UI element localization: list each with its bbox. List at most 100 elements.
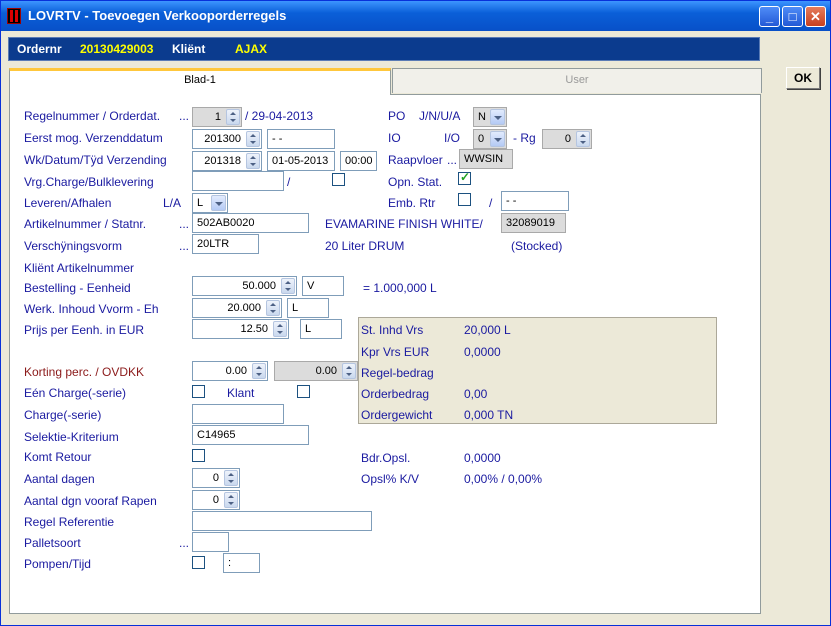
leveren-select[interactable]: L (192, 193, 228, 213)
io-value: 0 (478, 133, 485, 145)
maximize-button[interactable]: □ (782, 6, 803, 27)
io-select[interactable]: 0 (473, 129, 507, 149)
vrg-label: Vrg.Charge/Bulklevering (24, 175, 154, 189)
title-bar[interactable]: LOVRTV - Toevoegen Verkooporderregels _ … (1, 1, 830, 31)
po-label: PO (388, 109, 406, 123)
verschijning-description: 20 Liter DRUM (325, 239, 405, 253)
komt-retour-label: Komt Retour (24, 450, 92, 464)
rg-field[interactable]: 0 (542, 129, 592, 149)
charge-field[interactable] (192, 404, 284, 424)
main-window: LOVRTV - Toevoegen Verkooporderregels _ … (0, 0, 831, 626)
emb-date-field[interactable]: - - (501, 191, 569, 211)
artikel-label: Artikelnummer / Statnr. (24, 217, 147, 231)
regel-referentie-field[interactable] (192, 511, 372, 531)
eerst-spinner[interactable] (246, 131, 260, 147)
tab-blad-1[interactable]: Blad-1 (9, 68, 391, 95)
bestelling-unit-field[interactable]: V (302, 276, 344, 296)
bestelling-field[interactable]: 50.000 (192, 276, 297, 296)
ordergewicht-value: 0,000 TN (464, 408, 514, 422)
po-dropdown-icon[interactable] (490, 109, 505, 125)
klient-value: AJAX (235, 42, 268, 56)
ovdkk-field[interactable]: 0.00 (274, 361, 358, 381)
raapvloer-field[interactable]: WWSIN (459, 149, 513, 169)
statnr-field[interactable]: 32089019 (501, 213, 566, 233)
close-button[interactable]: ✕ (805, 6, 826, 27)
pompen-checkbox[interactable] (192, 556, 205, 569)
pompen-time-field[interactable]: : (223, 553, 260, 573)
klient-label: Kliënt (172, 42, 206, 56)
regelnummer-label: Regelnummer / Orderdat. (24, 109, 161, 123)
artikel-field[interactable]: 502AB0020 (192, 213, 309, 233)
palletsoort-label: Palletsoort (24, 536, 81, 550)
emb-rtr-checkbox[interactable] (458, 193, 471, 206)
minimize-button[interactable]: _ (759, 6, 780, 27)
werk-field[interactable]: 20.000 (192, 298, 282, 318)
rg-spinner[interactable] (576, 131, 590, 147)
wk-field[interactable]: 201318 (192, 151, 262, 171)
eerst-label: Eerst mog. Verzenddatum (24, 131, 163, 145)
werk-value: 20.000 (227, 302, 261, 314)
werk-unit-field[interactable]: L (287, 298, 329, 318)
opn-stat-label: Opn. Stat. (388, 175, 443, 189)
po-jnua: J/N/U/A (419, 109, 461, 123)
bestelling-spinner[interactable] (281, 278, 295, 294)
korting-label: Korting perc. / OVDKK (24, 365, 145, 379)
prijs-spinner[interactable] (273, 321, 287, 337)
rg-value: 0 (564, 133, 571, 145)
wk-date-field[interactable]: 01-05-2013 (267, 151, 335, 171)
aantal-dgn-field[interactable]: 0 (192, 490, 240, 510)
ordergewicht-label: Ordergewicht (361, 408, 433, 422)
werk-spinner[interactable] (266, 300, 280, 316)
vrg-field[interactable] (192, 171, 284, 191)
komt-retour-checkbox[interactable] (192, 449, 205, 462)
regelnummer-spinner[interactable] (226, 109, 240, 125)
korting-spinner[interactable] (252, 363, 266, 379)
aantal-dagen-spinner[interactable] (224, 470, 238, 486)
ordernr-label: Ordernr (17, 42, 62, 56)
bestelling-total: = 1.000,000 L (363, 281, 437, 295)
io-dropdown-icon[interactable] (490, 131, 505, 147)
emb-rtr-label: Emb. Rtr (388, 196, 436, 210)
aantal-dagen-field[interactable]: 0 (192, 468, 240, 488)
leveren-dropdown-icon[interactable] (211, 195, 226, 211)
regelnummer-field[interactable]: 1 (192, 107, 242, 127)
korting-value: 0.00 (225, 365, 247, 377)
verschijning-field[interactable]: 20LTR (192, 234, 259, 254)
vrg-checkbox[interactable] (332, 173, 345, 186)
maximize-icon: □ (788, 9, 797, 24)
po-value: N (478, 111, 486, 123)
opn-stat-checkbox[interactable] (458, 170, 471, 185)
rg-label: - Rg (513, 131, 536, 145)
tab-strip: Blad-1 User (9, 68, 762, 95)
palletsoort-field[interactable] (192, 532, 229, 552)
ovdkk-spinner[interactable] (342, 363, 356, 379)
ok-button[interactable]: OK (786, 67, 820, 89)
close-icon: ✕ (810, 9, 821, 24)
prijs-label: Prijs per Eenh. in EUR (24, 323, 145, 337)
st-inhd-value: 20,000 L (464, 323, 511, 337)
regel-referentie-label: Regel Referentie (24, 515, 115, 529)
prijs-unit-field[interactable]: L (300, 319, 342, 339)
aantal-dgn-label: Aantal dgn vooraf Rapen (24, 494, 157, 508)
window-title: LOVRTV - Toevoegen Verkooporderregels (28, 8, 287, 23)
opsl-kv-label: Opsl% K/V (361, 472, 420, 486)
korting-field[interactable]: 0.00 (192, 361, 268, 381)
wk-spinner[interactable] (246, 153, 260, 169)
tab-user[interactable]: User (392, 68, 762, 93)
eerst-field[interactable]: 201300 (192, 129, 262, 149)
klant-checkbox[interactable] (297, 385, 310, 398)
orderbedrag-value: 0,00 (464, 387, 488, 401)
prijs-field[interactable]: 12.50 (192, 319, 289, 339)
ordernr-value: 20130429003 (80, 42, 154, 56)
po-select[interactable]: N (473, 107, 507, 127)
een-charge-checkbox[interactable] (192, 385, 205, 398)
stocked-status: (Stocked) (511, 239, 563, 253)
verschijning-dots: ... (179, 239, 190, 253)
eerst-date-field[interactable]: - - (267, 129, 335, 149)
selektie-field[interactable]: C14965 (192, 425, 309, 445)
charge-label: Charge(-serie) (24, 408, 102, 422)
wk-time-field[interactable]: 00:00 (340, 151, 377, 171)
regelnummer-dots: ... (179, 109, 190, 123)
aantal-dgn-spinner[interactable] (224, 492, 238, 508)
ovdkk-value: 0.00 (315, 365, 337, 377)
